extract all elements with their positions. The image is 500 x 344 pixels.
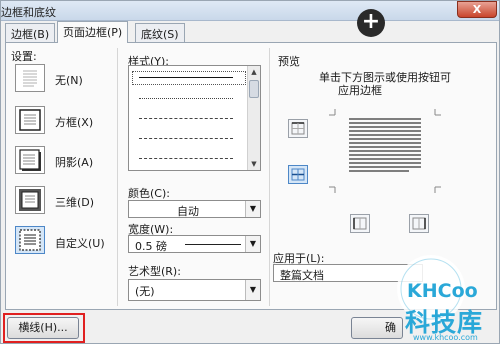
chevron-down-icon[interactable]: ▼: [245, 280, 260, 300]
3d-border-icon[interactable]: [15, 186, 45, 214]
tab-shading[interactable]: 底纹(S): [135, 23, 185, 42]
preview-instruction-line2: 应用边框: [338, 84, 382, 97]
dialog-title: 边框和底纹: [1, 6, 56, 19]
khcoo-watermark-logo: KHCoo 科技库 www.khcoo.com: [393, 251, 499, 343]
highlight-annotation-box: [3, 313, 85, 343]
shadow-border-icon[interactable]: [15, 146, 45, 174]
box-border-icon[interactable]: [15, 106, 45, 134]
style-scrollbar[interactable]: ▲ ▼: [247, 66, 260, 170]
setting-shadow-label[interactable]: 阴影(A): [55, 154, 93, 170]
style-long-dash-line[interactable]: [139, 138, 233, 139]
art-combo[interactable]: (无) ▼: [128, 279, 261, 301]
style-dash-dot-line[interactable]: [139, 158, 233, 159]
apply-to-value: 整篇文档: [280, 269, 324, 282]
add-icon: +: [357, 9, 385, 37]
left-border-icon[interactable]: [350, 214, 370, 233]
middle-border-icon[interactable]: [288, 165, 308, 184]
color-value: 自动: [177, 205, 199, 218]
watermark-url: www.khcoo.com: [413, 333, 478, 342]
style-selected-item[interactable]: [132, 71, 246, 85]
none-border-icon[interactable]: [15, 64, 45, 92]
divider-left: [117, 48, 118, 306]
setting-none-label[interactable]: 无(N): [55, 72, 83, 88]
width-combo[interactable]: 0.5 磅 ▼: [128, 235, 261, 253]
close-icon: X: [472, 3, 482, 16]
right-border-icon[interactable]: [409, 214, 429, 233]
chevron-down-icon[interactable]: ▼: [245, 236, 260, 252]
setting-custom-label[interactable]: 自定义(U): [55, 235, 105, 251]
title-bar: 边框和底纹 X: [1, 1, 499, 21]
art-label: 艺术型(R):: [128, 265, 181, 278]
tab-page-border[interactable]: 页面边框(P): [57, 21, 129, 43]
borders-and-shading-dialog: 边框和底纹 X + 边框(B) 页面边框(P) 底纹(S) 设置: 无(N) 方…: [0, 0, 500, 344]
divider-right: [269, 48, 270, 306]
top-border-icon[interactable]: [288, 119, 308, 138]
style-dashed-line[interactable]: [139, 118, 233, 119]
width-line-sample: [185, 244, 241, 245]
close-button[interactable]: X: [457, 1, 497, 18]
preview-heading: 预览: [278, 55, 300, 68]
tab-borders[interactable]: 边框(B): [5, 23, 56, 42]
setting-3d-label[interactable]: 三维(D): [55, 194, 94, 210]
chevron-down-icon[interactable]: ▼: [245, 201, 260, 217]
svg-text:KHCoo: KHCoo: [407, 280, 478, 302]
scroll-up-icon[interactable]: ▲: [248, 66, 260, 78]
style-dotted-line[interactable]: [139, 98, 233, 99]
color-combo[interactable]: 自动 ▼: [128, 200, 261, 218]
art-value: (无): [135, 285, 155, 298]
preview-page[interactable]: [329, 105, 441, 197]
style-solid-line[interactable]: [139, 77, 233, 78]
width-value: 0.5 磅: [135, 240, 167, 253]
custom-border-icon[interactable]: [15, 226, 45, 254]
scroll-down-icon[interactable]: ▼: [248, 158, 260, 170]
style-listbox[interactable]: ▲ ▼: [128, 65, 261, 171]
scroll-thumb[interactable]: [249, 80, 259, 98]
setting-box-label[interactable]: 方框(X): [55, 114, 93, 130]
color-label: 颜色(C):: [128, 187, 170, 200]
settings-heading: 设置:: [11, 50, 37, 63]
